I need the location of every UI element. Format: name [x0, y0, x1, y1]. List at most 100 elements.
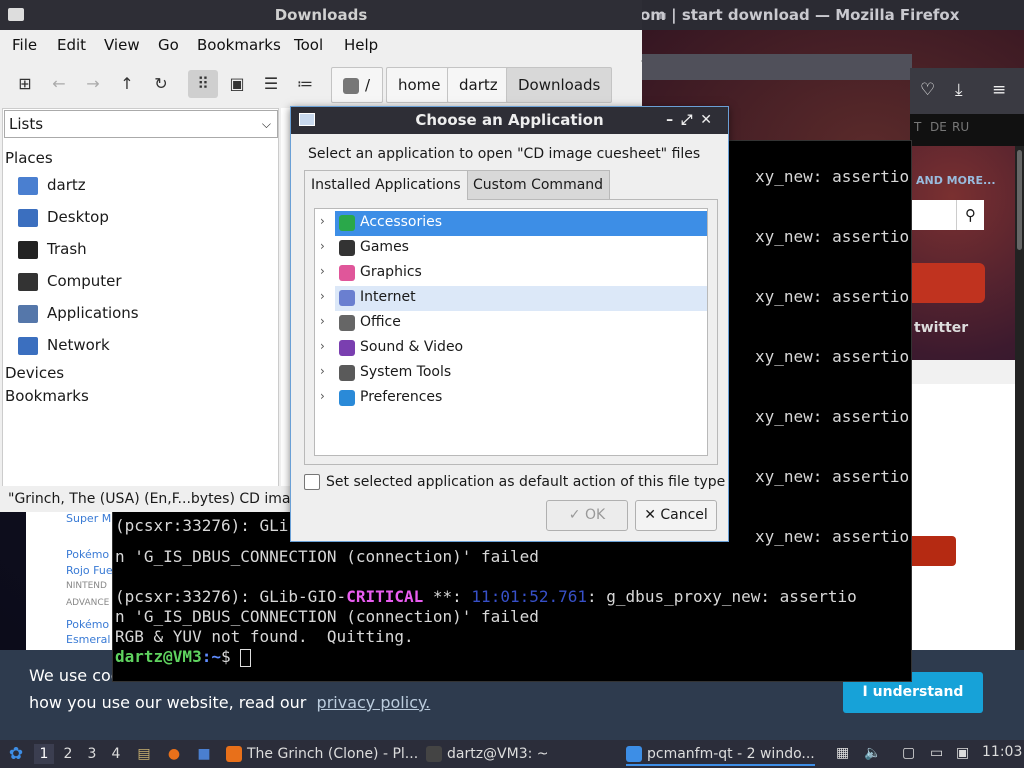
side-pane — [2, 108, 279, 512]
maximize-icon[interactable]: ⤢ — [681, 112, 700, 128]
taskbar: ✿ 1 2 3 4 ▤ ● ■ The Grinch (Clone) - Pl.… — [0, 740, 1024, 768]
terminal-titlebar[interactable] — [640, 54, 912, 80]
clipboard-icon[interactable]: ▦ — [836, 745, 849, 761]
task-file-manager[interactable]: pcmanfm-qt - 2 windo... — [626, 742, 815, 766]
ok-button[interactable]: ✓ OK — [546, 500, 628, 531]
network-icon — [18, 337, 38, 355]
menu-tool[interactable]: Tool — [294, 36, 323, 54]
up-arrow-icon[interactable]: ↑ — [112, 70, 142, 98]
display-icon[interactable]: ▭ — [930, 745, 943, 761]
lang-item[interactable]: RU — [952, 120, 969, 134]
chevron-right-icon[interactable]: › — [320, 214, 325, 228]
game-list-item[interactable]: Pokémo — [66, 618, 116, 631]
workspace-3[interactable]: 3 — [82, 744, 102, 764]
dialog-message: Select an application to open "CD image … — [308, 146, 701, 162]
workspace-4[interactable]: 4 — [106, 744, 126, 764]
red-action-button[interactable] — [910, 263, 985, 303]
default-action-checkbox[interactable] — [304, 474, 320, 490]
new-tab-icon[interactable]: ⊞ — [10, 70, 40, 98]
tree-row-graphics[interactable]: › Graphics — [315, 261, 707, 286]
pocket-icon[interactable]: ♡ — [920, 80, 935, 100]
file-manager-launcher-icon[interactable]: ▤ — [134, 744, 154, 764]
search-icon[interactable]: ⚲ — [956, 200, 984, 230]
and-more-link[interactable]: AND MORE... — [916, 174, 996, 187]
chevron-right-icon[interactable]: › — [320, 264, 325, 278]
places-header[interactable]: Places — [5, 149, 53, 167]
cancel-button[interactable]: ✕ Cancel — [635, 500, 717, 531]
task-firefox[interactable]: The Grinch (Clone) - Pl... — [226, 742, 418, 766]
path-crumb-downloads[interactable]: Downloads — [506, 67, 613, 103]
menu-icon[interactable]: ≡ — [992, 80, 1006, 100]
menu-view[interactable]: View — [104, 36, 140, 54]
compact-view-icon[interactable]: ☰ — [256, 70, 286, 98]
tab-installed-applications[interactable]: Installed Applications — [304, 170, 468, 200]
twitter-logo[interactable]: twitter — [914, 320, 968, 336]
workspace-2[interactable]: 2 — [58, 744, 78, 764]
volume-icon[interactable]: 🔈 — [864, 745, 881, 761]
tree-row-games[interactable]: › Games — [315, 236, 707, 261]
tab-custom-command[interactable]: Custom Command — [466, 170, 611, 200]
desktop-launcher-icon[interactable]: ■ — [194, 744, 214, 764]
cookie-text: how you use our website, read our — [29, 693, 307, 712]
back-arrow-icon[interactable]: ← — [44, 70, 74, 98]
chevron-right-icon[interactable]: › — [320, 339, 325, 353]
detailed-list-icon[interactable]: ≔ — [290, 70, 320, 98]
menu-help[interactable]: Help — [344, 36, 378, 54]
tree-row-system-tools[interactable]: › System Tools — [315, 361, 707, 386]
notes-icon[interactable]: ▢ — [902, 745, 915, 761]
close-icon[interactable]: ✕ — [700, 112, 720, 128]
chevron-right-icon[interactable]: › — [320, 314, 325, 328]
scrollbar-thumb[interactable] — [1017, 150, 1022, 250]
path-crumb-home[interactable]: home — [386, 67, 453, 103]
side-pane-mode-select[interactable]: Lists ⌵ — [4, 110, 278, 138]
chevron-right-icon[interactable]: › — [320, 239, 325, 253]
start-menu-icon[interactable]: ✿ — [6, 744, 26, 764]
terminal-prompt[interactable]: dartz@VM3:~$ — [115, 647, 252, 667]
file-manager-titlebar[interactable]: Downloads — [0, 0, 642, 30]
search-icon — [343, 77, 359, 94]
download-icon[interactable]: ⤓ — [955, 80, 963, 100]
download-button[interactable] — [910, 536, 956, 566]
menu-bookmarks[interactable]: Bookmarks — [197, 36, 281, 54]
path-root-button[interactable]: / — [331, 67, 383, 103]
network-status-icon[interactable]: ▣ — [956, 745, 969, 761]
menu-go[interactable]: Go — [158, 36, 179, 54]
clock[interactable]: 11:03 — [982, 744, 1022, 760]
task-terminal[interactable]: dartz@VM3: ~ — [426, 742, 549, 766]
lang-item[interactable]: T — [914, 120, 921, 134]
icon-view-icon[interactable]: ⠿ — [188, 70, 218, 98]
accessories-icon — [339, 215, 355, 231]
bookmarks-header[interactable]: Bookmarks — [5, 387, 89, 405]
game-list-item[interactable]: Esmeral — [66, 633, 116, 646]
terminal-icon — [426, 746, 442, 762]
devices-header[interactable]: Devices — [5, 364, 64, 382]
tree-row-accessories[interactable]: › Accessories — [315, 211, 707, 236]
reload-icon[interactable]: ↻ — [146, 70, 176, 98]
firefox-launcher-icon[interactable]: ● — [164, 744, 184, 764]
game-platform: NINTEND — [66, 581, 107, 591]
game-list-item[interactable]: Pokémo — [66, 548, 116, 561]
menu-edit[interactable]: Edit — [57, 36, 86, 54]
game-list-item[interactable]: Super M — [66, 512, 116, 525]
workspace-1[interactable]: 1 — [34, 744, 54, 764]
tree-row-sound-video[interactable]: › Sound & Video — [315, 336, 707, 361]
chevron-right-icon[interactable]: › — [320, 364, 325, 378]
chevron-right-icon[interactable]: › — [320, 289, 325, 303]
terminal-line: RGB & YUV not found. Quitting. — [115, 627, 414, 646]
tree-row-internet[interactable]: › Internet — [315, 286, 707, 311]
game-list-item[interactable]: Rojo Fue — [66, 564, 116, 577]
default-action-label[interactable]: Set selected application as default acti… — [326, 474, 725, 490]
path-crumb-dartz[interactable]: dartz — [447, 67, 510, 103]
tree-row-office[interactable]: › Office — [315, 311, 707, 336]
desktop-icon — [18, 209, 38, 227]
minimize-icon[interactable]: – — [666, 112, 681, 128]
dialog-titlebar[interactable]: Choose an Application –⤢✕ — [291, 107, 728, 134]
chevron-right-icon[interactable]: › — [320, 389, 325, 403]
forward-arrow-icon[interactable]: → — [78, 70, 108, 98]
games-icon — [339, 240, 355, 256]
menu-file[interactable]: File — [12, 36, 37, 54]
lang-item[interactable]: DE — [930, 120, 947, 134]
tree-row-preferences[interactable]: › Preferences — [315, 386, 707, 411]
thumbnail-view-icon[interactable]: ▣ — [222, 70, 252, 98]
privacy-policy-link[interactable]: privacy policy. — [317, 693, 431, 712]
